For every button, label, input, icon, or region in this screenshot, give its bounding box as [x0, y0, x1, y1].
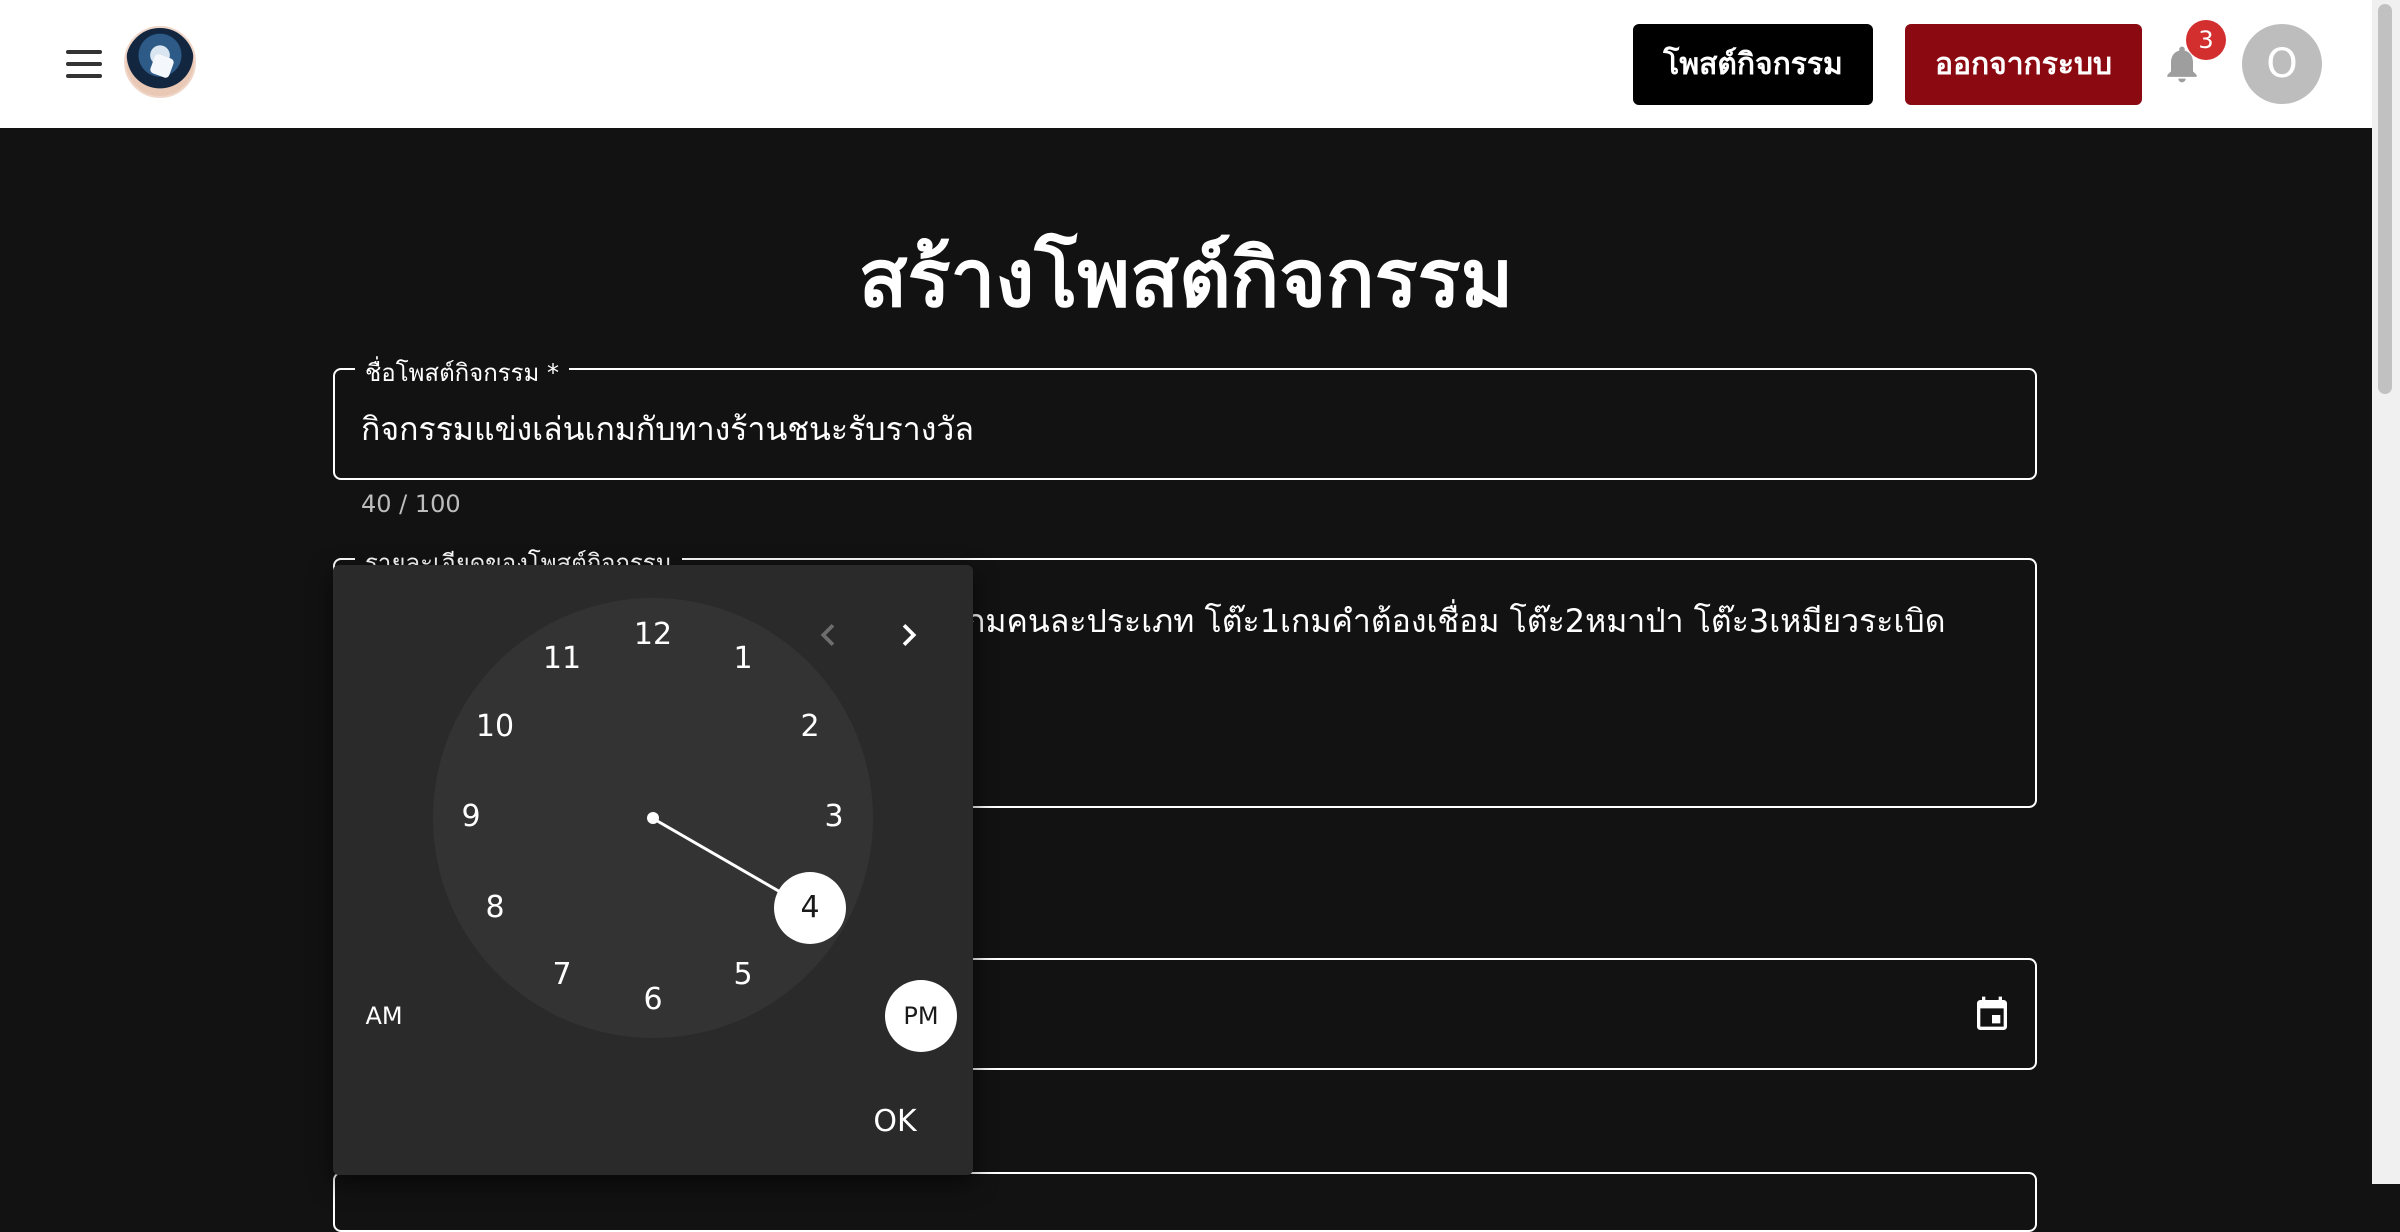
next-field[interactable] — [333, 1172, 2037, 1232]
previous-arrow-icon[interactable] — [806, 613, 850, 657]
hour-10[interactable]: 10 — [467, 699, 523, 755]
avatar[interactable]: O — [2242, 24, 2322, 104]
logout-button[interactable]: ออกจากระบบ — [1905, 24, 2142, 105]
app-bar: โพสต์กิจกรรม ออกจากระบบ 3 O — [0, 0, 2372, 128]
menu-icon[interactable] — [60, 42, 108, 86]
post-activity-button[interactable]: โพสต์กิจกรรม — [1633, 24, 1873, 105]
hour-7[interactable]: 7 — [534, 947, 590, 1003]
pm-button[interactable]: PM — [885, 980, 957, 1052]
hour-3[interactable]: 3 — [806, 789, 862, 845]
hour-1[interactable]: 1 — [715, 631, 771, 687]
page-title: สร้างโพสต์กิจกรรม — [858, 232, 1514, 325]
hour-4-selected[interactable]: 4 — [774, 872, 846, 944]
hour-12[interactable]: 12 — [625, 607, 681, 663]
clock-center — [647, 812, 659, 824]
ok-button[interactable]: OK — [860, 1100, 930, 1144]
activity-detail-value[interactable]: กมคนละประเภท โต๊ะ1เกมคำต้องเชื่อม โต๊ะ2ห… — [966, 596, 1945, 647]
notification-badge: 3 — [2186, 20, 2226, 60]
activity-name-value[interactable]: กิจกรรมแข่งเล่นเกมกับทางร้านชนะรับรางวัล — [361, 404, 974, 455]
character-counter: 40 / 100 — [361, 490, 461, 518]
hour-9[interactable]: 9 — [443, 789, 499, 845]
activity-name-label: ชื่อโพสต์กิจกรรม * — [355, 353, 570, 392]
calendar-icon[interactable] — [1972, 994, 2012, 1036]
logo[interactable] — [124, 26, 196, 98]
hour-6[interactable]: 6 — [625, 972, 681, 1028]
activity-name-field[interactable]: ชื่อโพสต์กิจกรรม * กิจกรรมแข่งเล่นเกมกับ… — [333, 353, 2037, 480]
next-arrow-icon[interactable] — [887, 613, 931, 657]
scrollbar-thumb[interactable] — [2378, 4, 2392, 394]
hour-5[interactable]: 5 — [715, 947, 771, 1003]
hour-11[interactable]: 11 — [534, 631, 590, 687]
hour-8[interactable]: 8 — [467, 880, 523, 936]
hour-2[interactable]: 2 — [782, 699, 838, 755]
am-button[interactable]: AM — [348, 980, 420, 1052]
